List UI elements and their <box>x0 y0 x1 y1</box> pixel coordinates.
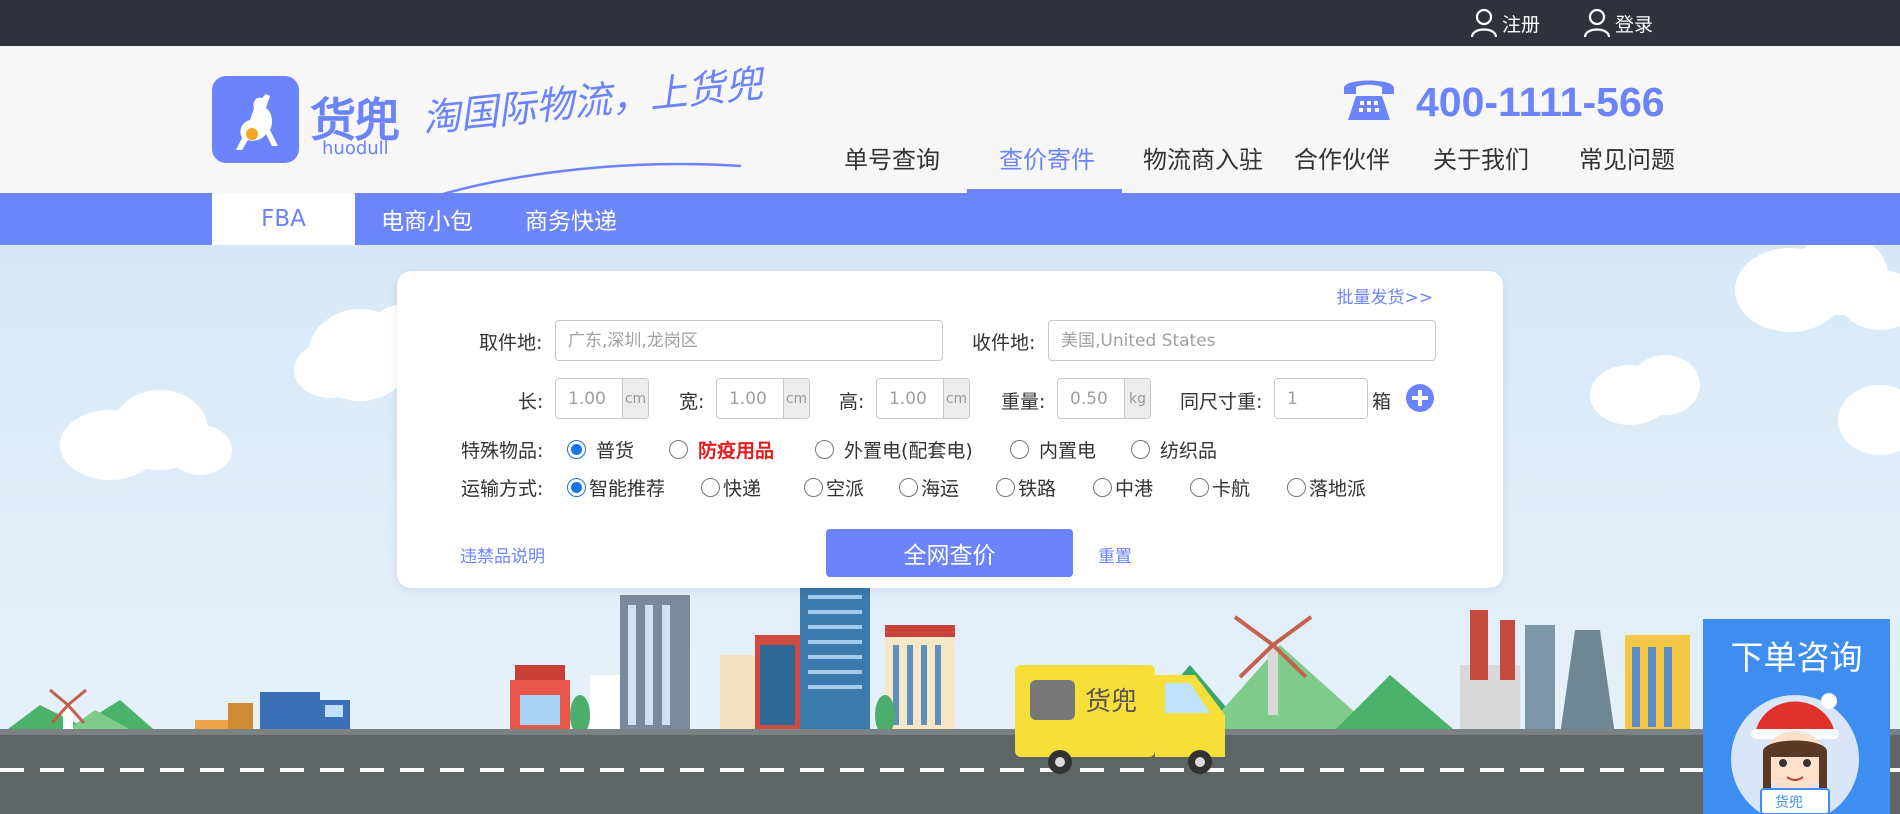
radio[interactable] <box>669 440 688 459</box>
register-label: 注册 <box>1502 13 1541 36</box>
service-tab-bar: FBA 电商小包 商务快递 <box>0 193 1900 245</box>
search-all-quotes-button[interactable]: 全网查价 <box>826 529 1073 577</box>
special-option-external-battery[interactable]: 外置电(配套电) <box>815 436 973 463</box>
delivery-address-input[interactable] <box>1048 320 1436 361</box>
special-goods-label: 特殊物品: <box>461 440 544 462</box>
transport-option-express[interactable]: 快递 <box>701 474 761 501</box>
avatar-logo-text: 货兜 <box>1775 794 1803 811</box>
nav-faq[interactable]: 常见问题 <box>1579 140 1675 175</box>
radio[interactable] <box>1010 440 1029 459</box>
radio[interactable] <box>815 440 834 459</box>
radio[interactable] <box>1093 478 1112 497</box>
svg-text:货兜: 货兜 <box>1085 687 1137 717</box>
box-count-input[interactable] <box>1274 378 1368 419</box>
reset-link[interactable]: 重置 <box>1098 542 1132 567</box>
logo-subtext: huodull <box>322 138 389 159</box>
tab-ecommerce-parcel[interactable]: 电商小包 <box>362 193 492 245</box>
quote-form-card: 批量发货>> 取件地: 收件地: 长: cm 宽: cm 高: cm 重量: k… <box>397 271 1503 588</box>
transport-option-truck[interactable]: 卡航 <box>1190 474 1250 501</box>
width-label: 宽: <box>679 391 705 413</box>
transport-option-smart[interactable]: 智能推荐 <box>567 474 665 501</box>
delivery-label: 收件地: <box>972 332 1036 354</box>
transport-option-sea[interactable]: 海运 <box>899 474 959 501</box>
radio[interactable] <box>804 478 823 497</box>
tab-business-express[interactable]: 商务快递 <box>506 193 636 245</box>
weight-unit: kg <box>1124 379 1150 418</box>
transport-option-label: 智能推荐 <box>589 478 666 500</box>
pickup-label: 取件地: <box>479 332 543 354</box>
radio-checked[interactable] <box>567 440 586 459</box>
radio[interactable] <box>1190 478 1209 497</box>
user-icon <box>1470 8 1498 38</box>
transport-option-label: 铁路 <box>1018 478 1057 500</box>
width-field: cm <box>716 378 810 419</box>
tab-fba[interactable]: FBA <box>212 193 355 245</box>
login-label: 登录 <box>1615 13 1654 36</box>
support-agent-avatar-icon: 货兜 <box>1731 693 1859 814</box>
nav-tracking[interactable]: 单号查询 <box>844 140 940 175</box>
user-icon <box>1583 8 1611 38</box>
weight-input[interactable] <box>1058 379 1124 418</box>
radio[interactable] <box>899 478 918 497</box>
special-option-label: 纺织品 <box>1160 440 1218 462</box>
nav-quote[interactable]: 查价寄件 <box>999 140 1095 175</box>
radio[interactable] <box>996 478 1015 497</box>
special-option-epidemic[interactable]: 防疫用品 <box>669 436 774 463</box>
special-option-general[interactable]: 普货 <box>567 436 634 463</box>
transport-option-label: 空派 <box>826 478 865 500</box>
hotline-number: 400-1111-566 <box>1416 79 1665 125</box>
box-unit: 箱 <box>1372 391 1392 413</box>
prohibited-items-link[interactable]: 违禁品说明 <box>460 542 545 567</box>
telephone-icon <box>1344 80 1394 120</box>
transport-option-label: 快递 <box>723 478 762 500</box>
special-option-label: 外置电(配套电) <box>844 440 973 462</box>
nav-partners[interactable]: 合作伙伴 <box>1294 140 1390 175</box>
radio[interactable] <box>701 478 720 497</box>
nav-carrier-join[interactable]: 物流商入驻 <box>1143 140 1263 175</box>
height-label: 高: <box>839 391 865 413</box>
length-unit: cm <box>622 379 648 418</box>
width-input[interactable] <box>717 379 783 418</box>
transport-option-landing[interactable]: 落地派 <box>1287 474 1366 501</box>
transport-option-label: 中港 <box>1115 478 1154 500</box>
special-option-label: 内置电 <box>1039 440 1097 462</box>
transport-label: 运输方式: <box>461 478 544 500</box>
width-unit: cm <box>783 379 809 418</box>
height-input[interactable] <box>877 379 943 418</box>
order-consult-widget[interactable]: 下单咨询 货兜 <box>1703 619 1890 814</box>
kangaroo-logo-icon[interactable] <box>212 76 299 163</box>
special-option-label: 普货 <box>596 440 635 462</box>
add-item-button[interactable] <box>1406 384 1434 412</box>
length-field: cm <box>555 378 649 419</box>
transport-option-rail[interactable]: 铁路 <box>996 474 1056 501</box>
radio[interactable] <box>1131 440 1150 459</box>
consult-title: 下单咨询 <box>1730 638 1863 677</box>
length-label: 长: <box>518 391 544 413</box>
weight-label: 重量: <box>1001 391 1046 413</box>
top-bar: 注册 登录 <box>0 0 1900 46</box>
weight-field: kg <box>1057 378 1151 419</box>
site-header: 货兜 huodull 淘国际物流，上货兜 400-1111-566 单号查询 查… <box>0 46 1900 204</box>
slogan: 淘国际物流，上货兜 <box>420 61 765 141</box>
pickup-address-input[interactable] <box>555 320 943 361</box>
nav-about[interactable]: 关于我们 <box>1433 140 1529 175</box>
radio-checked[interactable] <box>567 478 586 497</box>
batch-shipping-link[interactable]: 批量发货>> <box>1337 283 1434 308</box>
special-option-internal-battery[interactable]: 内置电 <box>1010 436 1096 463</box>
login-link[interactable]: 登录 <box>1583 6 1653 40</box>
transport-option-china-hk[interactable]: 中港 <box>1093 474 1153 501</box>
register-link[interactable]: 注册 <box>1470 6 1540 40</box>
height-unit: cm <box>943 379 969 418</box>
transport-option-label: 海运 <box>921 478 960 500</box>
same-size-label: 同尺寸重: <box>1180 391 1263 413</box>
length-input[interactable] <box>556 379 622 418</box>
transport-option-label: 卡航 <box>1212 478 1251 500</box>
height-field: cm <box>876 378 970 419</box>
transport-option-air[interactable]: 空派 <box>804 474 864 501</box>
special-option-label: 防疫用品 <box>698 440 775 462</box>
special-option-textile[interactable]: 纺织品 <box>1131 436 1217 463</box>
transport-option-label: 落地派 <box>1309 478 1367 500</box>
radio[interactable] <box>1287 478 1306 497</box>
